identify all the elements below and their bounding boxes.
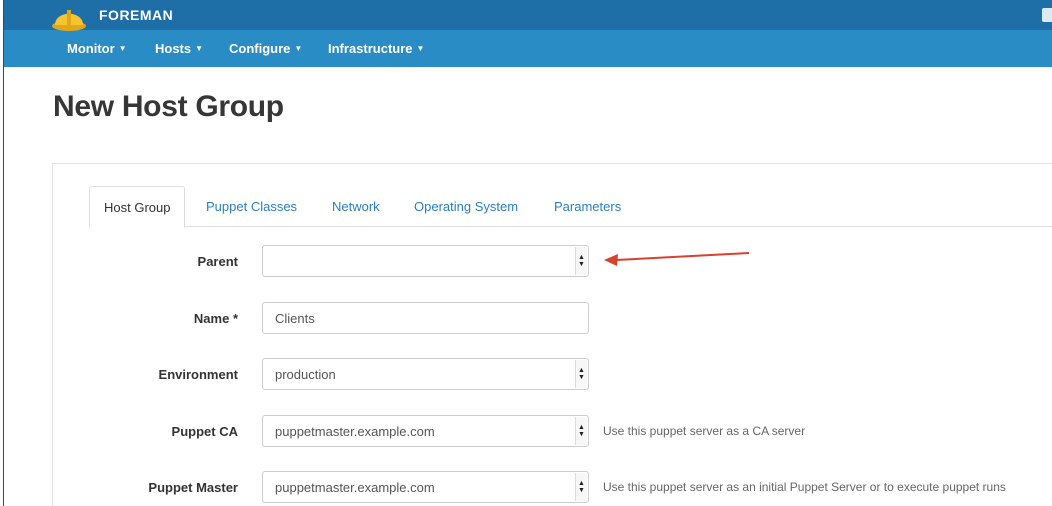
nav-label: Hosts [155,41,192,56]
tab-network[interactable]: Network [318,186,394,227]
select-arrows-icon: ▲ ▼ [575,247,587,275]
environment-value: production [275,367,336,382]
page-title: New Host Group [53,90,284,123]
name-input[interactable]: Clients [262,302,589,334]
nav-configure[interactable]: Configure ▼ [229,41,302,56]
tab-host-group[interactable]: Host Group [89,186,186,228]
parent-select[interactable]: ▲ ▼ [262,245,589,277]
puppet-master-label: Puppet Master [148,480,238,495]
caret-down-icon: ▼ [294,44,303,53]
annotation-arrow-icon [604,252,750,266]
select-arrows-icon: ▲ ▼ [575,417,587,445]
nav-hosts[interactable]: Hosts ▼ [155,41,203,56]
parent-label: Parent [197,254,238,269]
puppet-ca-label: Puppet CA [171,424,238,439]
select-arrows-icon: ▲ ▼ [575,360,587,388]
form-row-parent: Parent ▲ ▼ [4,245,1052,279]
puppet-ca-select[interactable]: puppetmaster.example.com ▲ ▼ [262,415,589,447]
name-value: Clients [275,311,315,326]
tab-puppet-classes[interactable]: Puppet Classes [192,186,311,227]
form-row-name: Name * Clients [4,302,1052,336]
puppet-ca-value: puppetmaster.example.com [275,424,435,439]
app-window: FOREMAN Monitor ▼ Hosts ▼ Configure ▼ In… [3,0,1052,506]
nav-label: Monitor [67,41,115,56]
puppet-master-help: Use this puppet server as an initial Pup… [603,480,1006,494]
tab-parameters[interactable]: Parameters [540,186,635,227]
tab-operating-system[interactable]: Operating System [400,186,532,227]
environment-label: Environment [158,367,238,382]
caret-down-icon: ▼ [118,44,127,53]
puppet-master-select[interactable]: puppetmaster.example.com ▲ ▼ [262,471,589,503]
nav-label: Configure [229,41,291,56]
nav-label: Infrastructure [328,41,413,56]
environment-select[interactable]: production ▲ ▼ [262,358,589,390]
select-arrows-icon: ▲ ▼ [575,473,587,501]
nav-monitor[interactable]: Monitor ▼ [67,41,127,56]
form-row-environment: Environment production ▲ ▼ [4,358,1052,392]
puppet-master-value: puppetmaster.example.com [275,480,435,495]
user-menu-icon[interactable] [1042,8,1052,22]
nav-infrastructure[interactable]: Infrastructure ▼ [328,41,424,56]
tab-bar: Host Group Puppet Classes Network Operat… [89,186,1052,228]
puppet-ca-help: Use this puppet server as a CA server [603,424,806,438]
caret-down-icon: ▼ [416,44,425,53]
form-row-puppet-master: Puppet Master puppetmaster.example.com ▲… [4,471,1052,505]
caret-down-icon: ▼ [195,44,204,53]
hardhat-icon[interactable] [51,4,87,32]
name-label: Name * [193,311,238,326]
form-row-puppet-ca: Puppet CA puppetmaster.example.com ▲ ▼ Us… [4,415,1052,449]
brand-name[interactable]: FOREMAN [99,7,173,23]
